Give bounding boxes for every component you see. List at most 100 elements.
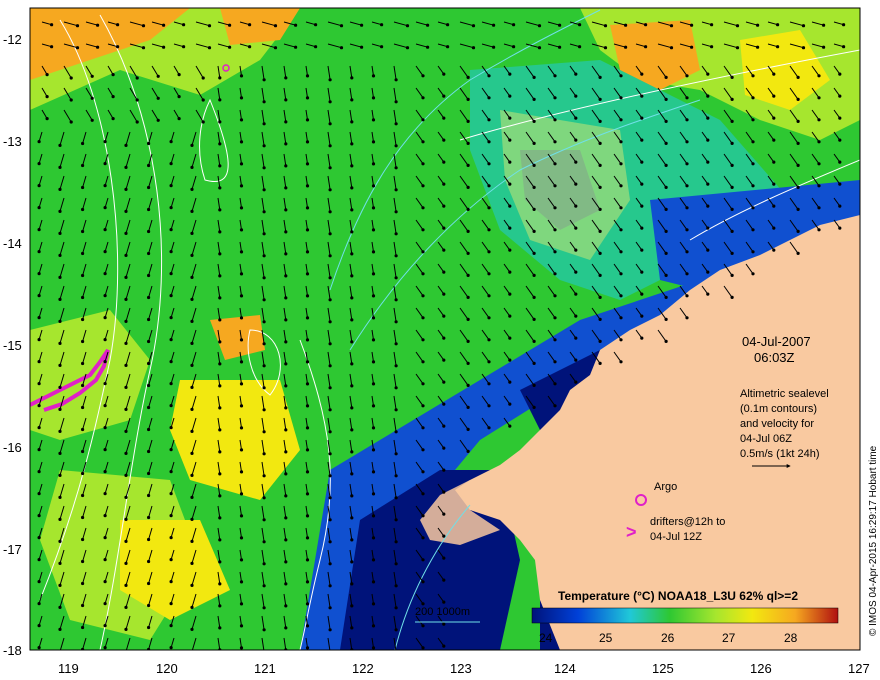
- velocity-arrow-head: [239, 448, 244, 452]
- velocity-arrow-head: [58, 143, 62, 147]
- velocity-arrow-head: [45, 117, 49, 121]
- velocity-arrow-head: [124, 363, 128, 367]
- velocity-arrow-head: [772, 248, 776, 252]
- velocity-arrow-head: [371, 602, 376, 606]
- velocity-arrow-head: [664, 97, 668, 101]
- velocity-arrow-head: [796, 251, 800, 255]
- velocity-arrow-head: [124, 561, 128, 566]
- velocity-arrow-head: [37, 624, 41, 628]
- velocity-arrow-head: [239, 206, 244, 210]
- x-tick-label: 126: [750, 661, 772, 676]
- velocity-arrow-head: [305, 228, 310, 232]
- velocity-arrow-head: [262, 342, 266, 346]
- velocity-arrow-head: [190, 385, 194, 389]
- velocity-arrow-head: [772, 116, 776, 120]
- velocity-arrow-head: [69, 76, 73, 80]
- velocity-arrow-head: [124, 341, 128, 345]
- velocity-arrow-head: [553, 360, 557, 364]
- velocity-arrow-head: [371, 140, 376, 144]
- velocity-arrow-head: [328, 518, 332, 522]
- velocity-arrow-head: [730, 295, 734, 299]
- velocity-arrow-head: [147, 427, 151, 432]
- velocity-arrow-head: [421, 448, 425, 452]
- velocity-arrow-head: [305, 536, 310, 540]
- velocity-arrow-head: [37, 602, 41, 606]
- velocity-arrow-head: [350, 472, 354, 476]
- velocity-arrow-head: [103, 492, 107, 496]
- velocity-arrow-head: [239, 514, 244, 518]
- velocity-arrow-head: [169, 580, 173, 584]
- velocity-arrow-head: [103, 184, 107, 188]
- velocity-arrow-head: [239, 536, 244, 540]
- velocity-arrow-head: [81, 361, 85, 366]
- velocity-arrow-head: [446, 45, 450, 49]
- velocity-arrow-head: [553, 184, 557, 188]
- velocity-arrow-head: [751, 206, 755, 210]
- velocity-arrow-head: [553, 294, 557, 298]
- velocity-arrow-head: [796, 207, 800, 211]
- velocity-arrow-head: [466, 317, 470, 321]
- velocity-arrow-head: [394, 144, 398, 148]
- velocity-arrow-head: [37, 250, 41, 254]
- velocity-arrow-head: [350, 230, 354, 234]
- velocity-arrow-head: [305, 294, 310, 298]
- velocity-arrow-head: [111, 73, 115, 77]
- x-axis: 119 120 121 122 123 124 125 126 127: [58, 661, 870, 676]
- velocity-arrow-head: [421, 536, 425, 540]
- velocity-arrow-head: [619, 118, 623, 122]
- velocity-arrow-head: [147, 581, 151, 586]
- velocity-arrow-head: [421, 624, 425, 628]
- velocity-arrow-head: [466, 97, 470, 101]
- velocity-arrow-head: [81, 163, 85, 168]
- velocity-arrow-head: [124, 231, 128, 235]
- velocity-arrow-head: [532, 317, 536, 321]
- velocity-arrow-head: [262, 188, 266, 192]
- velocity-arrow-head: [394, 232, 398, 236]
- velocity-arrow-head: [207, 24, 212, 28]
- velocity-arrow-head: [730, 119, 734, 123]
- velocity-arrow-head: [350, 494, 354, 498]
- velocity-arrow-head: [218, 98, 222, 102]
- velocity-arrow-head: [305, 470, 310, 474]
- velocity-arrow-head: [218, 604, 222, 608]
- velocity-arrow-head: [508, 424, 512, 428]
- velocity-arrow-head: [58, 297, 62, 301]
- velocity-arrow-head: [466, 383, 470, 387]
- velocity-arrow-head: [350, 274, 354, 278]
- velocity-arrow-head: [442, 358, 446, 362]
- velocity-arrow-head: [190, 165, 194, 169]
- velocity-arrow-head: [218, 252, 222, 256]
- velocity-arrow-head: [553, 74, 557, 78]
- velocity-arrow-head: [262, 166, 266, 170]
- velocity-arrow-head: [37, 536, 41, 540]
- velocity-arrow-head: [147, 515, 151, 520]
- velocity-arrow-head: [466, 119, 470, 123]
- velocity-arrow-head: [147, 559, 151, 564]
- velocity-arrow-head: [394, 452, 398, 456]
- velocity-arrow-head: [90, 74, 94, 78]
- velocity-arrow-head: [103, 404, 107, 408]
- velocity-arrow-head: [284, 98, 288, 102]
- velocity-arrow-head: [421, 404, 425, 408]
- y-tick-label: -15: [3, 338, 22, 353]
- velocity-arrow-head: [228, 45, 232, 49]
- velocity-arrow-head: [284, 230, 288, 234]
- velocity-arrow-head: [218, 494, 222, 498]
- velocity-arrow-head: [487, 96, 491, 100]
- velocity-arrow-head: [58, 517, 62, 522]
- velocity-arrow-head: [190, 539, 194, 544]
- velocity-arrow-head: [669, 24, 674, 28]
- velocity-arrow-head: [262, 474, 266, 478]
- velocity-arrow-head: [685, 184, 689, 188]
- velocity-arrow-head: [421, 272, 425, 276]
- velocity-arrow-head: [394, 606, 398, 610]
- velocity-arrow-head: [466, 185, 470, 189]
- velocity-arrow-head: [574, 380, 578, 384]
- velocity-arrow-head: [442, 600, 446, 604]
- velocity-arrow-head: [664, 75, 668, 79]
- velocity-arrow-head: [103, 382, 107, 386]
- velocity-arrow-head: [147, 625, 151, 630]
- velocity-arrow-head: [574, 270, 578, 274]
- velocity-arrow-head: [350, 296, 354, 300]
- velocity-arrow-head: [284, 560, 288, 564]
